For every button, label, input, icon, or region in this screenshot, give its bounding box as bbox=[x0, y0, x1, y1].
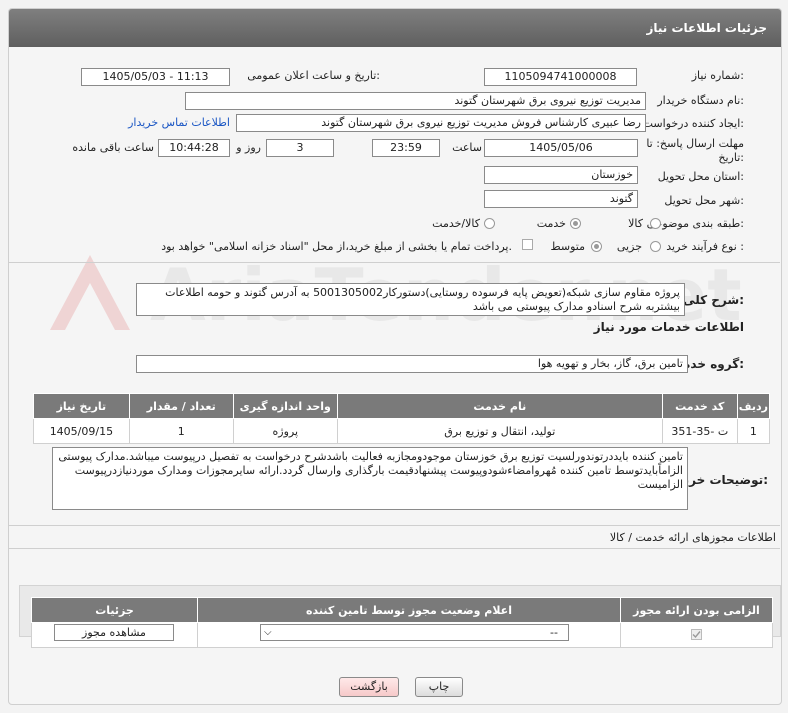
services-section-title: اطلاعات خدمات مورد نیاز bbox=[593, 320, 744, 334]
back-button[interactable]: بازگشت bbox=[339, 677, 399, 697]
days-field: 3 bbox=[266, 139, 334, 157]
announce-date-field: 1405/05/03 - 11:13 bbox=[81, 68, 230, 86]
col-row: ردیف bbox=[736, 393, 771, 419]
cell-unit: پروژه bbox=[232, 418, 338, 444]
need-number-label: شماره نیاز: bbox=[691, 69, 744, 82]
divider bbox=[8, 525, 780, 526]
category-radio-goods[interactable] bbox=[650, 218, 661, 229]
divider bbox=[8, 262, 780, 263]
cell-qty: 1 bbox=[128, 418, 234, 444]
services-table: ردیف کد خدمت نام خدمت واحد اندازه گیری ت… bbox=[33, 393, 771, 444]
deadline-label-date: تاریخ: bbox=[718, 151, 744, 164]
deadline-date-field: 1405/05/06 bbox=[484, 139, 638, 157]
cell-name: تولید، انتقال و توزیع برق bbox=[336, 418, 663, 444]
view-permit-button[interactable]: مشاهده مجوز bbox=[54, 624, 174, 641]
buyer-contact-link[interactable]: اطلاعات تماس خریدار bbox=[128, 116, 230, 129]
days-label: روز و bbox=[236, 141, 261, 154]
category-radio-service[interactable] bbox=[570, 218, 581, 229]
col-details: جزئیات bbox=[31, 597, 198, 623]
table-row: 1 ت -35-351 تولید، انتقال و توزیع برق پر… bbox=[33, 418, 771, 444]
creator-label: ایجاد کننده درخواست: bbox=[642, 117, 744, 130]
description-textarea[interactable]: پروژه مقاوم سازی شبکه(تعویض پایه فرسوده … bbox=[136, 283, 685, 316]
process-radio-medium[interactable] bbox=[591, 241, 602, 252]
remaining-time-field: 10:44:28 bbox=[158, 139, 230, 157]
divider bbox=[8, 548, 780, 549]
permits-table-header: الزامی بودن ارائه مجوز اعلام وضعیت مجوز … bbox=[31, 597, 773, 623]
city-label: شهر محل تحویل: bbox=[664, 194, 744, 207]
cell-code: ت -35-351 bbox=[661, 418, 738, 444]
col-status: اعلام وضعیت مجوز توسط تامین کننده bbox=[197, 597, 621, 623]
process-label: نوع فرآیند خرید : bbox=[666, 240, 744, 253]
treasury-checkbox[interactable] bbox=[522, 239, 533, 250]
cell-date: 1405/09/15 bbox=[33, 418, 130, 444]
cell-required bbox=[620, 622, 773, 648]
permits-section-title: اطلاعات مجوزهای ارائه خدمت / کالا bbox=[609, 531, 776, 544]
buyer-org-field: مدیریت توزیع نیروی برق شهرستان گتوند bbox=[185, 92, 646, 110]
deadline-time-label: ساعت bbox=[452, 141, 482, 154]
category-option-goods: کالا bbox=[628, 217, 643, 230]
print-button[interactable]: چاپ bbox=[415, 677, 463, 697]
process-radio-minor[interactable] bbox=[650, 241, 661, 252]
category-label: طبقه بندی موضوعی: bbox=[646, 217, 744, 230]
city-field: گتوند bbox=[484, 190, 638, 208]
permit-status-select[interactable]: -- ⌵ bbox=[260, 624, 569, 641]
announce-date-label: تاریخ و ساعت اعلان عمومی: bbox=[247, 69, 380, 82]
process-option-medium: متوسط bbox=[550, 240, 585, 253]
buyer-org-label: نام دستگاه خریدار: bbox=[657, 94, 744, 107]
category-radio-both[interactable] bbox=[484, 218, 495, 229]
col-date: تاریخ نیاز bbox=[33, 393, 130, 419]
services-table-header: ردیف کد خدمت نام خدمت واحد اندازه گیری ت… bbox=[33, 393, 771, 419]
need-number-field: 1105094741000008 bbox=[484, 68, 637, 86]
buyer-notes-textarea[interactable]: تامین کننده بایددرتوندورلسیت توزیع برق خ… bbox=[52, 447, 688, 510]
service-group-field: تامین برق، گاز، بخار و تهویه هوا bbox=[136, 355, 688, 373]
payment-note: پرداخت تمام یا بخشی از مبلغ خرید،از محل … bbox=[161, 240, 512, 253]
category-option-both: کالا/خدمت bbox=[432, 217, 480, 230]
remaining-time-label: ساعت باقی مانده bbox=[72, 141, 154, 154]
required-checkbox bbox=[691, 629, 702, 640]
province-field: خوزستان bbox=[484, 166, 638, 184]
cell-row: 1 bbox=[736, 418, 771, 444]
chevron-down-icon: ⌵ bbox=[264, 627, 272, 638]
deadline-label: مهلت ارسال پاسخ: تا bbox=[646, 137, 744, 150]
category-option-service: خدمت bbox=[536, 217, 566, 230]
col-unit: واحد اندازه گیری bbox=[232, 393, 338, 419]
col-name: نام خدمت bbox=[336, 393, 663, 419]
permit-status-value: -- bbox=[550, 626, 558, 639]
province-label: استان محل تحویل: bbox=[657, 170, 744, 183]
process-option-minor: جزیی bbox=[616, 240, 642, 253]
col-code: کد خدمت bbox=[661, 393, 738, 419]
col-qty: تعداد / مقدار bbox=[128, 393, 234, 419]
col-required: الزامی بودن ارائه مجوز bbox=[620, 597, 773, 623]
creator-field: رضا عبیری کارشناس فروش مدیریت توزیع نیرو… bbox=[236, 114, 646, 132]
page-title: جزئیات اطلاعات نیاز bbox=[646, 21, 767, 35]
deadline-time-field: 23:59 bbox=[372, 139, 440, 157]
panel-header: جزئیات اطلاعات نیاز bbox=[9, 9, 781, 47]
